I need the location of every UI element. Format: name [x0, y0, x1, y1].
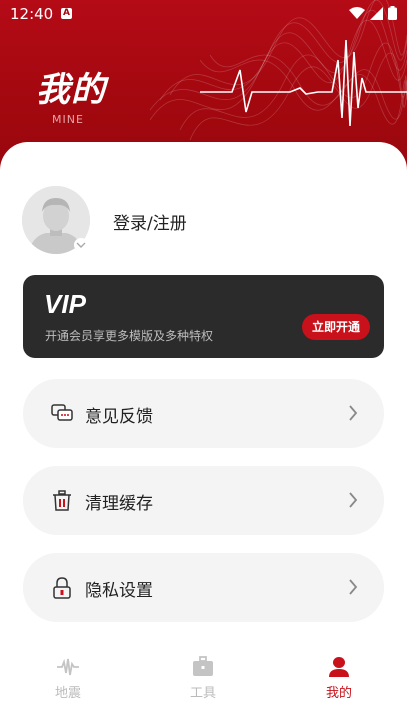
tab-mine[interactable]: 我的	[299, 648, 379, 710]
tab-label: 工具	[189, 686, 216, 701]
trash-icon	[53, 490, 71, 511]
menu-item-label: 隐私设置	[85, 581, 153, 601]
chevron-down-icon	[76, 242, 86, 248]
status-bar: 12:40 A	[0, 0, 407, 30]
app-notification-badge: A	[61, 8, 72, 19]
vip-description: 开通会员享更多模版及多种特权	[45, 329, 214, 343]
vip-logo: VIP	[44, 291, 87, 317]
toolbox-icon	[193, 656, 213, 676]
menu-item-label: 清理缓存	[85, 494, 153, 514]
bottom-tab-bar: 地震 工具 我的	[0, 648, 407, 710]
menu-item-privacy[interactable]: 隐私设置	[23, 553, 384, 622]
seismograph-icon	[57, 658, 79, 676]
home-indicator-area	[0, 716, 407, 725]
status-time: 12:40	[10, 5, 54, 23]
menu-item-clear-cache[interactable]: 清理缓存	[23, 466, 384, 535]
chevron-right-icon	[349, 579, 358, 595]
menu-item-label: 意见反馈	[85, 407, 153, 427]
wifi-icon	[349, 6, 365, 19]
tab-tools[interactable]: 工具	[163, 648, 243, 710]
tab-earthquake[interactable]: 地震	[28, 648, 108, 710]
vip-activate-button[interactable]: 立即开通	[302, 314, 370, 340]
feedback-icon	[51, 404, 73, 421]
lock-icon	[53, 577, 71, 599]
tab-label: 地震	[54, 686, 81, 701]
page-subtitle: MINE	[52, 113, 84, 126]
vip-card[interactable]: VIP 开通会员享更多模版及多种特权 立即开通	[23, 275, 384, 358]
signal-icon	[370, 6, 383, 20]
user-icon	[329, 657, 349, 677]
battery-icon	[388, 6, 397, 20]
login-register-link[interactable]: 登录/注册	[113, 209, 187, 234]
page-title: 我的	[36, 70, 106, 110]
tab-label: 我的	[325, 686, 352, 701]
chevron-right-icon	[349, 492, 358, 508]
chevron-right-icon	[349, 405, 358, 421]
avatar-expand-badge	[74, 238, 88, 252]
menu-item-feedback[interactable]: 意见反馈	[23, 379, 384, 448]
vip-logo-text: VIP	[44, 291, 87, 317]
